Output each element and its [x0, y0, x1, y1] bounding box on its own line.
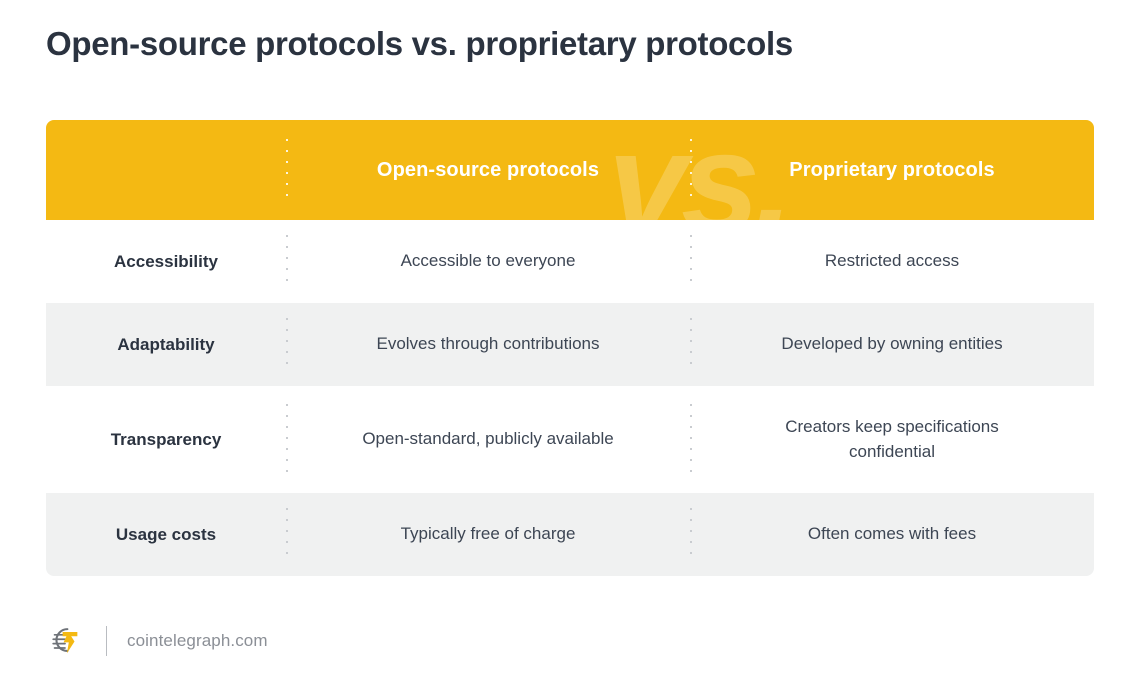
row-proprietary-value: Restricted access — [824, 251, 960, 271]
row-proprietary-value: Creators keep specifications confidentia… — [785, 416, 999, 461]
row-open-source-value: Typically free of charge — [400, 524, 576, 544]
comparison-infographic: Open-source protocols vs. proprietary pr… — [0, 0, 1140, 694]
row-criterion-cell: Accessibility — [46, 220, 286, 303]
header-cell-proprietary: Proprietary protocols — [690, 120, 1094, 220]
row-criterion-label: Transparency — [110, 429, 222, 449]
row-open-source-value: Evolves through contributions — [376, 334, 600, 354]
row-criterion-cell: Usage costs — [46, 493, 286, 576]
header-label-proprietary: Proprietary protocols — [789, 158, 995, 181]
footer-divider — [106, 626, 107, 656]
row-proprietary-cell: Often comes with fees — [690, 493, 1094, 576]
row-proprietary-cell: Creators keep specifications confidentia… — [690, 386, 1094, 493]
header-cell-open-source: Open-source protocols — [286, 120, 690, 220]
row-open-source-cell: Accessible to everyone — [286, 220, 690, 303]
row-criterion-label: Adaptability — [117, 334, 215, 354]
table-row: Accessibility Accessible to everyone Res… — [46, 220, 1094, 303]
footer: cointelegraph.com — [46, 618, 268, 664]
row-proprietary-value: Often comes with fees — [807, 524, 977, 544]
cointelegraph-coin-stack-bolt-icon — [52, 628, 78, 654]
table-row: Usage costs Typically free of charge Oft… — [46, 493, 1094, 576]
row-open-source-value: Accessible to everyone — [400, 251, 576, 271]
page-title: Open-source protocols vs. proprietary pr… — [46, 25, 793, 62]
table-row: Adaptability Evolves through contributio… — [46, 303, 1094, 386]
row-proprietary-cell: Developed by owning entities — [690, 303, 1094, 386]
table-header-row: vs. Open-source protocols Proprietary pr… — [46, 120, 1094, 220]
row-criterion-cell: Transparency — [46, 386, 286, 493]
row-open-source-cell: Typically free of charge — [286, 493, 690, 576]
row-criterion-label: Usage costs — [115, 524, 217, 544]
comparison-table: vs. Open-source protocols Proprietary pr… — [46, 120, 1094, 576]
column-divider-right — [690, 139, 692, 201]
row-criterion-cell: Adaptability — [46, 303, 286, 386]
row-proprietary-cell: Restricted access — [690, 220, 1094, 303]
column-divider-left — [286, 139, 288, 201]
footer-site-label: cointelegraph.com — [127, 631, 268, 650]
row-open-source-cell: Evolves through contributions — [286, 303, 690, 386]
row-proprietary-value: Developed by owning entities — [781, 334, 1003, 354]
row-criterion-label: Accessibility — [114, 251, 218, 271]
row-open-source-cell: Open-standard, publicly available — [286, 386, 690, 493]
header-label-open-source: Open-source protocols — [376, 158, 600, 181]
row-open-source-value: Open-standard, publicly available — [362, 429, 614, 449]
table-row: Transparency Open-standard, publicly ava… — [46, 386, 1094, 493]
